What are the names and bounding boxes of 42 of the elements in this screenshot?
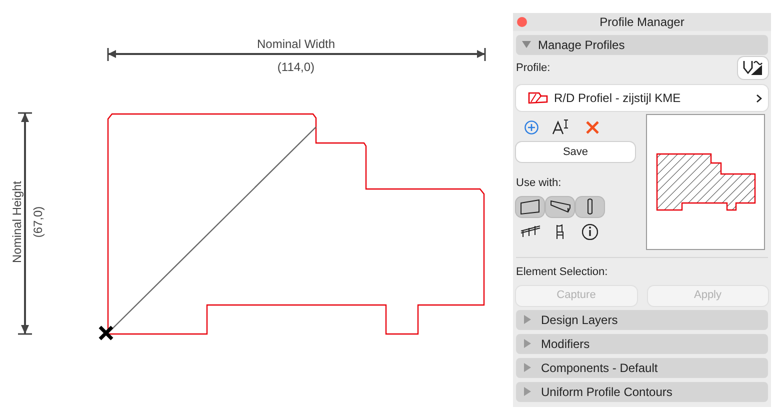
profile-shape-icon	[528, 92, 548, 104]
dimension-value: (114,0)	[277, 60, 315, 74]
profile-name: R/D Profiel - zijstijl KME	[554, 90, 682, 107]
beam-tool-button[interactable]	[546, 196, 574, 216]
section-header[interactable]: Manage Profiles	[516, 35, 768, 55]
section-label: Uniform Profile Contours	[541, 384, 672, 400]
chevron-right-icon	[756, 94, 762, 102]
column-tool-button[interactable]	[576, 196, 604, 216]
section-header[interactable]: Modifiers	[516, 334, 768, 354]
info-icon	[582, 224, 598, 240]
field-label: Element Selection:	[516, 265, 609, 280]
chair-icon	[556, 224, 564, 240]
triangle-icon	[524, 339, 532, 348]
field-label: Profile:	[516, 60, 550, 76]
railing-icon	[520, 225, 540, 238]
column-icon	[587, 198, 593, 215]
triangle-icon	[522, 41, 531, 49]
wall-tool-button[interactable]	[516, 196, 544, 216]
section-header[interactable]: Design Layers	[516, 310, 768, 330]
origin-cross-icon	[98, 325, 114, 341]
triangle-icon	[524, 315, 532, 324]
add-icon[interactable]	[524, 120, 539, 134]
dimension-value: (67,0)	[31, 206, 45, 238]
section-label: Manage Profiles	[538, 37, 625, 54]
profile-tool-button[interactable]	[738, 57, 768, 79]
window-title: Profile Manager	[600, 14, 684, 31]
field-label: Use with:	[516, 176, 562, 191]
section-label: Design Layers	[541, 312, 618, 328]
triangle-icon	[524, 387, 532, 396]
section-label: Components - Default	[541, 360, 658, 376]
dimension-label: Nominal Height	[10, 180, 24, 264]
wall-icon	[520, 198, 540, 214]
dimension-label: Nominal Width	[256, 37, 336, 51]
profile-dropdown[interactable]: R/D Profiel - zijstijl KME	[516, 85, 768, 111]
hatch-tool-icon	[742, 59, 764, 77]
beam-icon	[550, 200, 570, 213]
section-label: Modifiers	[541, 336, 590, 352]
section-header[interactable]: Components - Default	[516, 358, 768, 378]
save-button[interactable]: Save	[516, 142, 635, 162]
triangle-icon	[524, 363, 532, 372]
section-header[interactable]: Uniform Profile Contours	[516, 382, 768, 402]
delete-icon[interactable]	[585, 120, 600, 134]
